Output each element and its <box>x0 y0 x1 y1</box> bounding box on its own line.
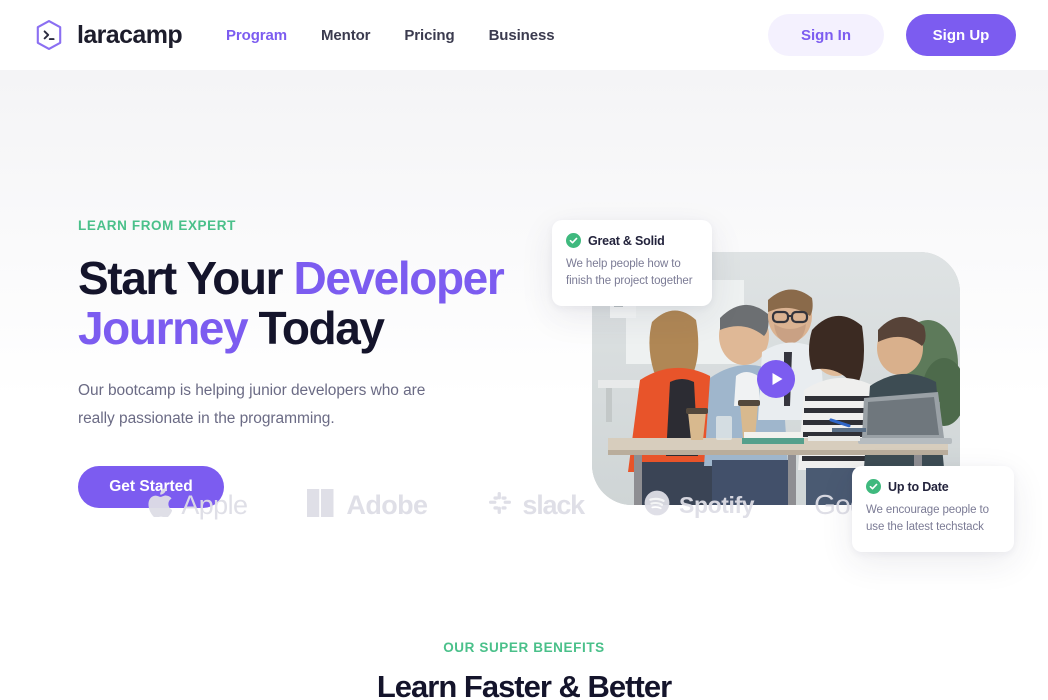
nav-item-pricing[interactable]: Pricing <box>404 27 454 44</box>
feature-card-body: We help people how to finish the project… <box>566 258 693 288</box>
play-icon <box>769 372 784 386</box>
nav-item-program[interactable]: Program <box>226 27 287 44</box>
logo[interactable]: laracamp <box>32 18 183 52</box>
feature-card-title: Up to Date <box>888 479 949 494</box>
feature-card-up-to-date: Up to Date We encourage people to use th… <box>852 466 1014 552</box>
auth-actions: Sign In Sign Up <box>768 14 1016 56</box>
main-nav: Program Mentor Pricing Business <box>226 27 555 44</box>
hexagon-terminal-icon <box>32 18 66 52</box>
hero-eyebrow: LEARN FROM EXPERT <box>78 218 236 233</box>
benefits-eyebrow: OUR SUPER BENEFITS <box>443 640 605 655</box>
feature-card-great-solid: Great & Solid We help people how to fini… <box>552 220 712 306</box>
page-title: Start Your Developer Journey Today <box>78 253 518 353</box>
site-header: laracamp Program Mentor Pricing Business… <box>0 0 1048 70</box>
hero-section: LEARN FROM EXPERT Start Your Developer J… <box>0 70 1048 600</box>
hero-title-part-4: Today <box>247 302 385 355</box>
benefits-title: Learn Faster & Better <box>376 669 672 700</box>
brand-spotify: Spotify <box>644 490 755 521</box>
spotify-icon <box>644 490 670 521</box>
nav-item-business[interactable]: Business <box>489 27 555 44</box>
hero-title-part-2: Developer <box>293 252 505 304</box>
slack-icon <box>487 490 513 521</box>
hero-copy: LEARN FROM EXPERT Start Your Developer J… <box>78 218 518 509</box>
brand-apple: Apple <box>148 488 248 522</box>
adobe-icon <box>307 488 337 522</box>
brand-label: Apple <box>181 489 248 520</box>
benefits-section: OUR SUPER BENEFITS Learn Faster & Better <box>0 600 1048 700</box>
brand-label: slack <box>522 489 585 520</box>
check-circle-icon <box>566 233 581 248</box>
nav-item-mentor[interactable]: Mentor <box>321 27 371 44</box>
brand-adobe: Adobe <box>307 488 428 522</box>
brand-label: Adobe <box>346 489 428 520</box>
hero-media: Great & Solid We help people how to fini… <box>552 220 1014 552</box>
brand-slack: slack <box>487 489 585 521</box>
brand-label: Spotify <box>679 491 755 518</box>
play-button[interactable] <box>757 359 795 398</box>
hero-title-part-3: Journey <box>78 302 249 355</box>
feature-card-title: Great & Solid <box>588 233 665 248</box>
hero-subtitle: Our bootcamp is helping junior developer… <box>78 382 426 427</box>
check-circle-icon <box>866 479 881 494</box>
hero-title-part-1: Start Your <box>78 252 294 304</box>
sign-in-button[interactable]: Sign In <box>768 14 884 56</box>
feature-card-body: We encourage people to use the latest te… <box>866 504 989 534</box>
apple-icon <box>148 488 173 522</box>
sign-up-button[interactable]: Sign Up <box>906 14 1016 56</box>
logo-text: laracamp <box>77 20 183 49</box>
